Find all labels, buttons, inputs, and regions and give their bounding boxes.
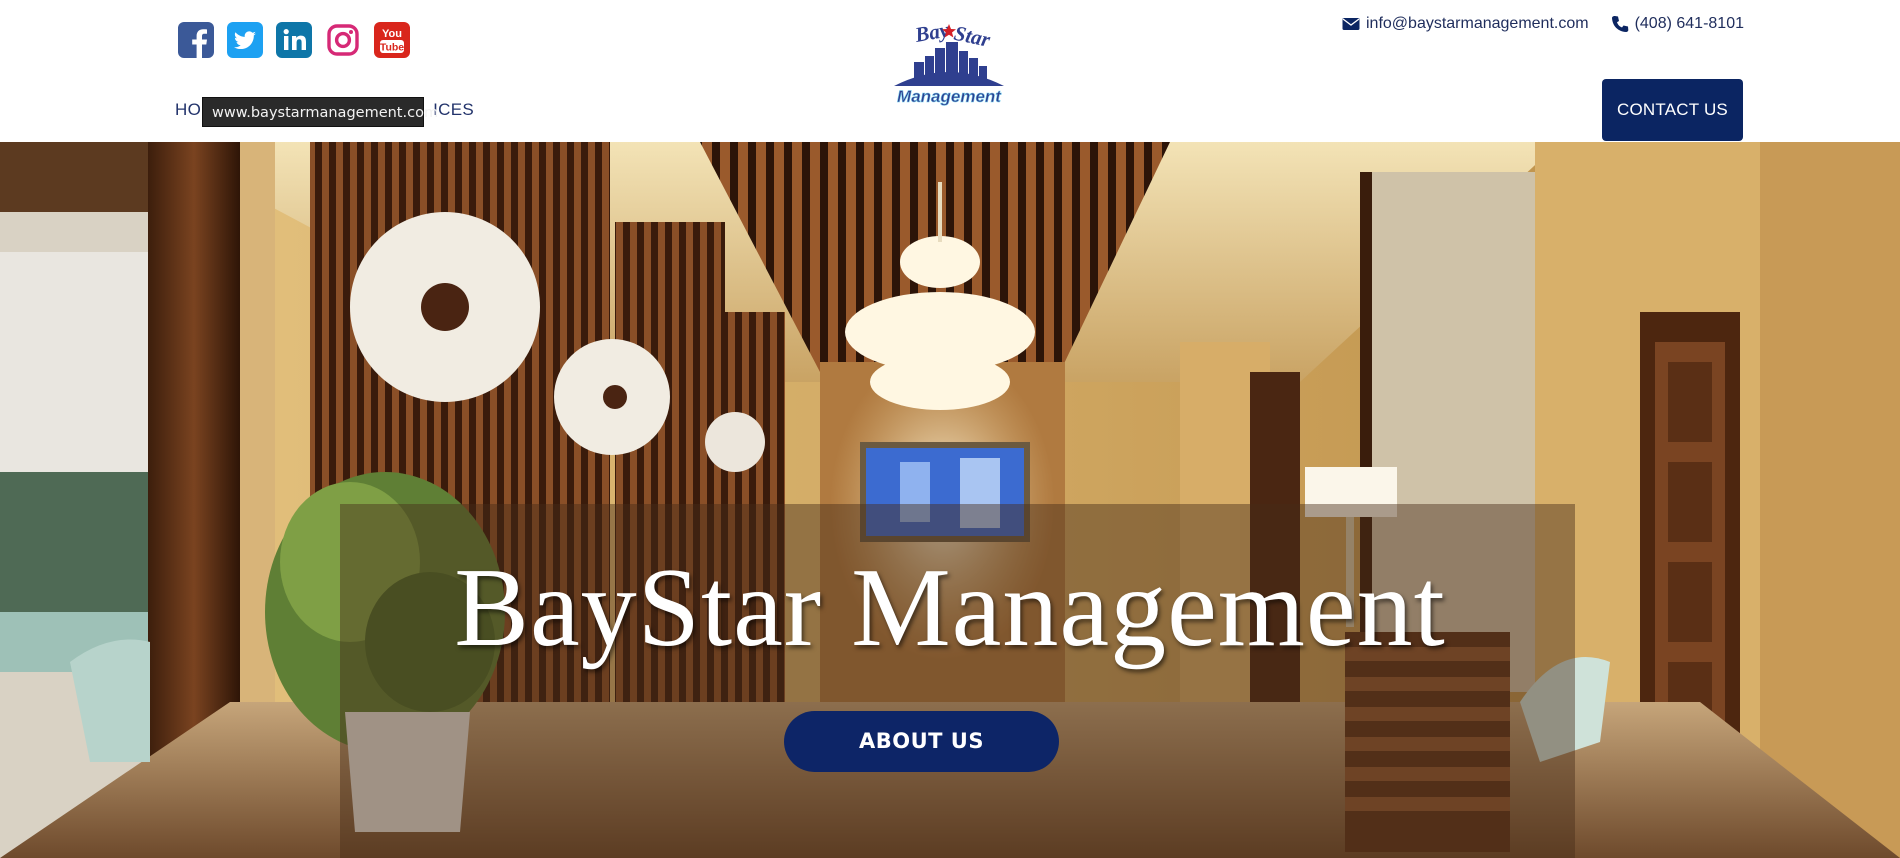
site-logo[interactable]: Bay Star Management: [888, 18, 1010, 106]
svg-text:You: You: [382, 28, 402, 40]
facebook-link[interactable]: [178, 22, 214, 58]
nav-item-services[interactable]: ICES: [433, 100, 474, 120]
instagram-link[interactable]: [325, 22, 361, 58]
instagram-icon: [325, 22, 361, 58]
facebook-icon: [178, 22, 214, 58]
logo-text-management: Management: [897, 87, 1002, 106]
link-tooltip: www.baystarmanagement.com: [202, 97, 438, 127]
logo-text-bay: Bay: [912, 18, 951, 47]
phone-link[interactable]: (408) 641-8101: [1611, 15, 1744, 33]
youtube-link[interactable]: You Tube: [374, 22, 410, 58]
envelope-icon: [1342, 18, 1360, 30]
svg-text:Tube: Tube: [380, 42, 404, 54]
twitter-icon: [227, 22, 263, 58]
email-text: info@baystarmanagement.com: [1366, 15, 1589, 32]
phone-text: (408) 641-8101: [1634, 15, 1744, 32]
linkedin-link[interactable]: [276, 22, 312, 58]
about-us-button[interactable]: ABOUT US: [784, 711, 1059, 772]
email-link[interactable]: info@baystarmanagement.com: [1342, 15, 1589, 33]
site-header: You Tube Bay Star Management info@baysta…: [0, 0, 1900, 142]
linkedin-icon: [276, 22, 312, 58]
contact-us-button[interactable]: CONTACT US: [1602, 79, 1743, 141]
nav-item-home[interactable]: HO: [175, 100, 201, 120]
social-links: You Tube: [178, 22, 410, 58]
logo-text-star: Star: [952, 21, 993, 52]
twitter-link[interactable]: [227, 22, 263, 58]
contact-info: info@baystarmanagement.com (408) 641-810…: [1342, 15, 1744, 33]
youtube-icon: You Tube: [374, 22, 410, 58]
phone-icon: [1611, 16, 1628, 32]
hero-title: BayStar Management: [454, 546, 1446, 670]
hero-section: BayStar Management ABOUT US: [0, 142, 1900, 858]
